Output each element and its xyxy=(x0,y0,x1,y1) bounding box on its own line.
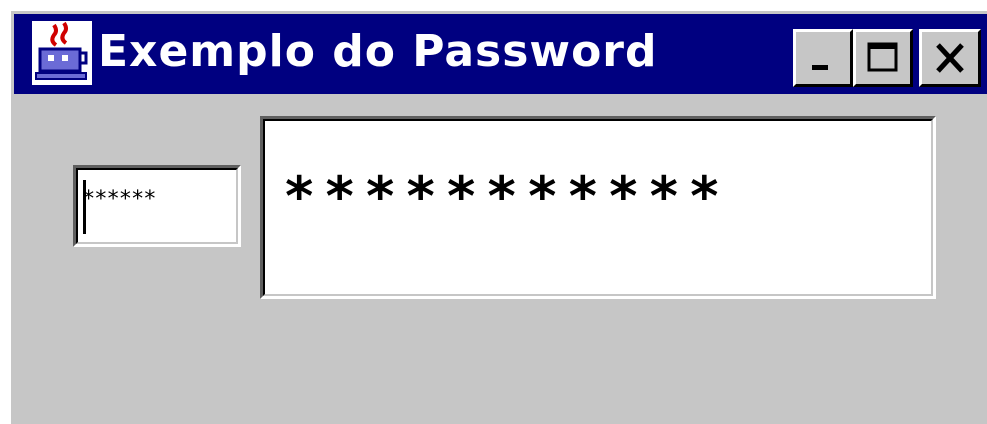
password-input-area[interactable]: ****** xyxy=(76,168,238,244)
minimize-icon xyxy=(812,65,828,70)
minimize-button[interactable] xyxy=(793,29,853,87)
password-display-field[interactable]: *********** xyxy=(260,116,936,299)
close-button[interactable] xyxy=(919,29,981,87)
password-masked-value: ****** xyxy=(82,187,156,212)
password-input[interactable]: ****** xyxy=(73,165,241,247)
close-icon xyxy=(936,43,964,73)
maximize-icon xyxy=(867,42,898,72)
window-title: Exemplo do Password xyxy=(98,26,658,77)
java-coffee-cup-icon[interactable] xyxy=(32,21,92,85)
password-display-area[interactable]: *********** xyxy=(263,119,933,296)
password-display-text: *********** xyxy=(283,165,729,228)
maximize-button[interactable] xyxy=(853,29,913,87)
